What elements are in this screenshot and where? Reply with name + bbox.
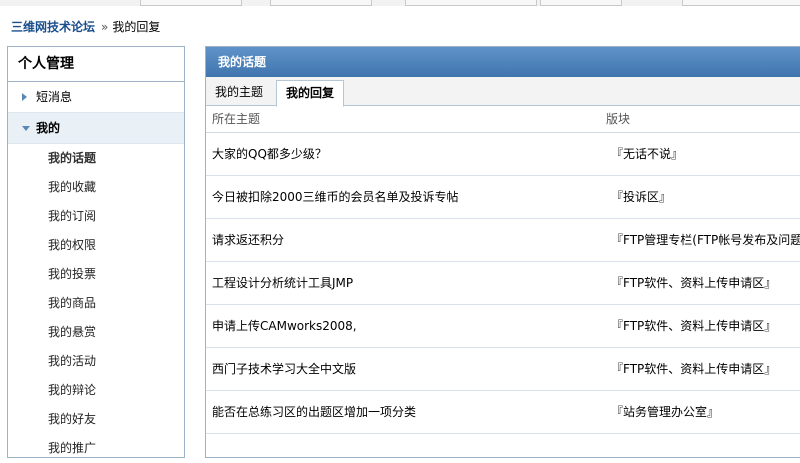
sidebar-item-favorites[interactable]: 我的收藏 [8, 173, 184, 202]
sidebar: 个人管理 短消息 我的 我的话题 我的收藏 我的订阅 我的权限 我的投票 我的商… [7, 46, 185, 458]
table-row: 工程设计分析统计工具JMP 『FTP软件、资料上传申请区』 [206, 262, 800, 305]
column-header-forum: 版块 [606, 112, 631, 126]
top-nav-tab[interactable] [270, 0, 372, 6]
sidebar-item-polls[interactable]: 我的投票 [8, 260, 184, 289]
forum-link[interactable]: 『无话不说』 [611, 133, 683, 175]
sidebar-item-permissions[interactable]: 我的权限 [8, 231, 184, 260]
sidebar-item-debates[interactable]: 我的辩论 [8, 376, 184, 405]
column-header-topic: 所在主题 [212, 112, 261, 126]
table-row: 申请上传CAMworks2008, 『FTP软件、资料上传申请区』 [206, 305, 800, 348]
sidebar-section-label: 短消息 [36, 90, 73, 104]
table-header: 所在主题 版块 [206, 106, 800, 133]
forum-link[interactable]: 『投诉区』 [611, 176, 671, 218]
breadcrumb-site-link[interactable]: 三维网技术论坛 [11, 20, 95, 34]
tab-my-threads[interactable]: 我的主题 [206, 80, 272, 105]
tab-bar: 我的主题 我的回复 [206, 77, 800, 107]
topic-link[interactable]: 工程设计分析统计工具JMP [212, 262, 353, 304]
topic-link[interactable]: 今日被扣除2000三维币的会员名单及投诉专帖 [212, 176, 459, 218]
sidebar-item-promotion[interactable]: 我的推广 [8, 434, 184, 463]
sidebar-item-rewards[interactable]: 我的悬赏 [8, 318, 184, 347]
chevron-down-icon [22, 126, 30, 131]
main-panel: 我的话题 我的主题 我的回复 所在主题 版块 大家的QQ都多少级？ 『无话不说』… [205, 46, 800, 458]
sidebar-section-messages[interactable]: 短消息 [8, 82, 184, 113]
breadcrumb-separator: » [101, 20, 109, 34]
topic-link[interactable]: 请求返还积分 [212, 219, 284, 261]
chevron-right-icon [22, 93, 27, 101]
table-row: 请求返还积分 『FTP管理专栏(FTP帐号发布及问题 [206, 219, 800, 262]
sidebar-section-label: 我的 [36, 121, 61, 135]
table-row: 能否在总练习区的出题区增加一项分类 『站务管理办公室』 [206, 391, 800, 434]
panel-header: 我的话题 [206, 47, 800, 77]
sidebar-item-subscriptions[interactable]: 我的订阅 [8, 202, 184, 231]
forum-link[interactable]: 『FTP软件、资料上传申请区』 [611, 305, 776, 347]
sidebar-item-my-topics[interactable]: 我的话题 [8, 144, 184, 173]
top-nav-tab[interactable] [540, 0, 622, 6]
topic-link[interactable]: 大家的QQ都多少级？ [212, 133, 327, 175]
top-nav-tab[interactable] [682, 0, 800, 6]
sidebar-title: 个人管理 [8, 47, 184, 82]
topic-link[interactable]: 能否在总练习区的出题区增加一项分类 [212, 391, 416, 433]
top-nav-tab[interactable] [405, 0, 537, 6]
sidebar-item-friends[interactable]: 我的好友 [8, 405, 184, 434]
sidebar-item-activities[interactable]: 我的活动 [8, 347, 184, 376]
top-nav-strip [0, 0, 800, 6]
topic-link[interactable]: 申请上传CAMworks2008, [212, 305, 357, 347]
breadcrumb: 三维网技术论坛 » 我的回复 [11, 18, 160, 35]
table-row: 大家的QQ都多少级？ 『无话不说』 [206, 133, 800, 176]
tab-my-replies[interactable]: 我的回复 [276, 80, 345, 107]
forum-link[interactable]: 『FTP软件、资料上传申请区』 [611, 262, 776, 304]
forum-link[interactable]: 『站务管理办公室』 [611, 391, 719, 433]
table-row: 今日被扣除2000三维币的会员名单及投诉专帖 『投诉区』 [206, 176, 800, 219]
forum-link[interactable]: 『FTP软件、资料上传申请区』 [611, 348, 776, 390]
sidebar-item-goods[interactable]: 我的商品 [8, 289, 184, 318]
table-row: 西门子技术学习大全中文版 『FTP软件、资料上传申请区』 [206, 348, 800, 391]
forum-link[interactable]: 『FTP管理专栏(FTP帐号发布及问题 [611, 219, 800, 261]
sidebar-section-mine[interactable]: 我的 [8, 113, 184, 144]
breadcrumb-current: 我的回复 [112, 20, 161, 34]
topic-link[interactable]: 西门子技术学习大全中文版 [212, 348, 356, 390]
top-nav-tab[interactable] [140, 0, 242, 6]
